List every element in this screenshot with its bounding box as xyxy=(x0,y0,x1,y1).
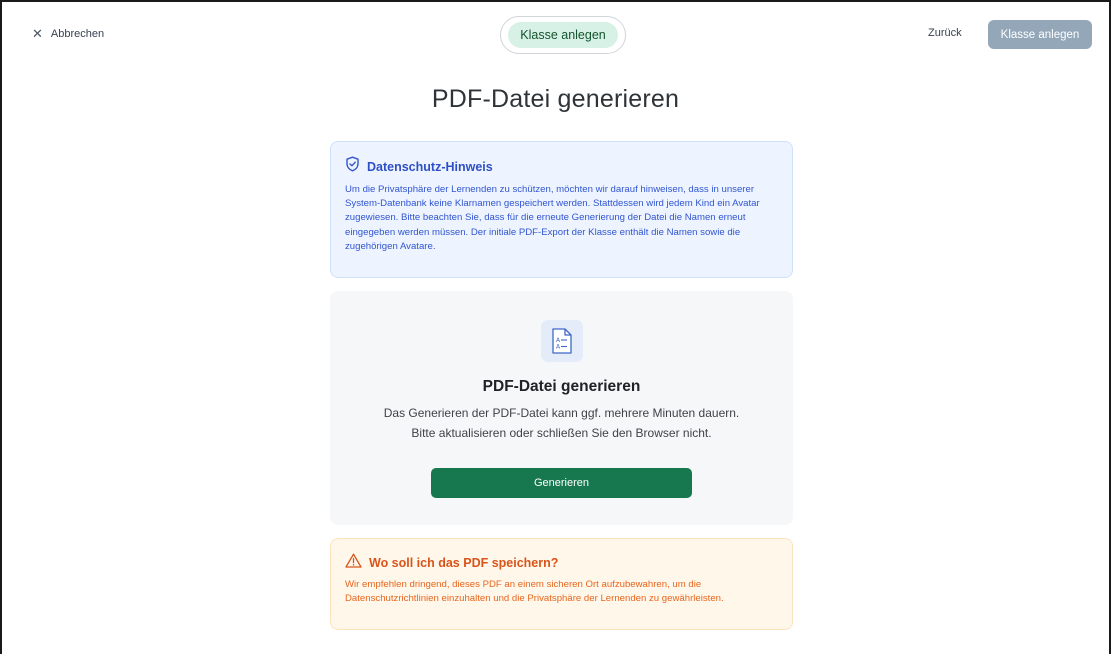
description-line-2: Bitte aktualisieren oder schließen Sie d… xyxy=(411,426,712,440)
storage-warning: Wo soll ich das PDF speichern? Wir empfe… xyxy=(330,538,793,630)
back-button[interactable]: Zurück xyxy=(928,27,962,39)
create-class-button[interactable]: Klasse anlegen xyxy=(988,20,1092,49)
close-icon: ✕ xyxy=(32,26,43,41)
generate-card-description: Das Generieren der PDF-Datei kann ggf. m… xyxy=(330,403,793,443)
storage-warning-text: Wir empfehlen dringend, dieses PDF an ei… xyxy=(345,579,724,605)
cancel-label: Abbrechen xyxy=(50,27,105,40)
shield-check-icon xyxy=(345,156,360,177)
page-title: PDF-Datei generieren xyxy=(431,85,680,113)
cancel-button[interactable]: ✕ Abbrechen xyxy=(32,27,104,40)
generate-button[interactable]: Generieren xyxy=(431,468,692,498)
generate-card: A A PDF-Datei generieren Das Generieren … xyxy=(330,291,793,525)
privacy-notice: Datenschutz-Hinweis Um die Privatsphäre … xyxy=(330,141,793,278)
description-line-1: Das Generieren der PDF-Datei kann ggf. m… xyxy=(383,406,740,420)
privacy-notice-text: Um die Privatsphäre der Lernenden zu sch… xyxy=(345,184,760,252)
step-pill-current: Klasse anlegen xyxy=(508,22,618,48)
generate-card-title: PDF-Datei generieren xyxy=(482,378,641,395)
document-icon: A A xyxy=(541,320,583,362)
privacy-notice-title: Datenschutz-Hinweis xyxy=(367,159,493,174)
top-bar: ✕ Abbrechen Klasse anlegen Zurück Klasse… xyxy=(0,0,1111,70)
warning-triangle-icon xyxy=(345,553,362,573)
storage-warning-title: Wo soll ich das PDF speichern? xyxy=(369,556,559,570)
step-indicator: Klasse anlegen xyxy=(500,16,626,54)
